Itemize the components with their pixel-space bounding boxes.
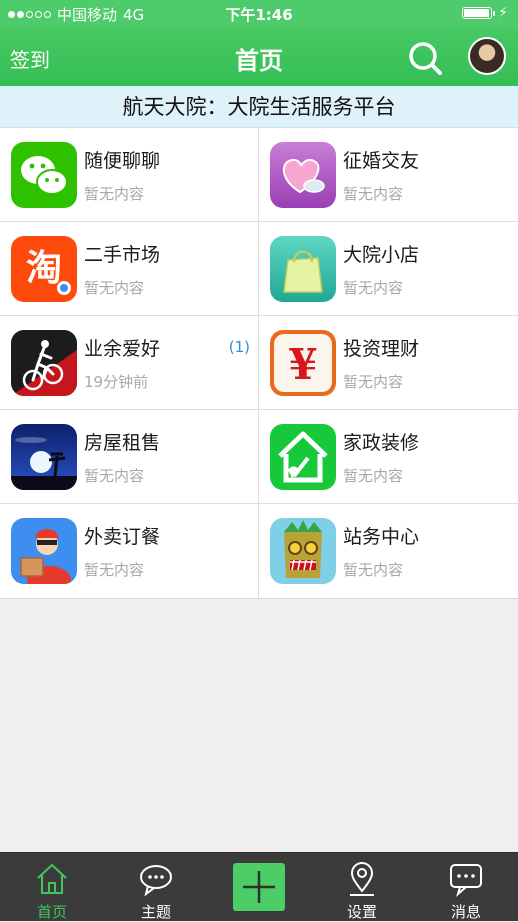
tab-label: 设置 [346, 903, 377, 921]
status-right: ⚡ [462, 5, 508, 21]
charging-icon: ⚡ [498, 5, 508, 21]
grid-item-subtitle: 19分钟前 [84, 373, 149, 391]
location-pin-icon [350, 861, 374, 896]
taobao-icon: 淘 [11, 236, 77, 302]
battery-level [464, 9, 490, 17]
grid-item-chat[interactable]: 随便聊聊 暂无内容 [0, 128, 259, 222]
grid-item-title: 征婚交友 [343, 150, 420, 172]
grid-item-title: 业余爱好 [84, 338, 161, 360]
plus-icon [243, 871, 275, 903]
unread-badge: (1) [228, 338, 250, 356]
grid-item-subtitle: 暂无内容 [343, 279, 404, 297]
battery-icon [462, 7, 496, 19]
nav-bar: 签到 首页 [0, 28, 518, 86]
grid-item-finance[interactable]: ¥ 投资理财 暂无内容 [259, 316, 518, 410]
tab-messages[interactable]: 消息 [414, 853, 518, 921]
house-broom-icon [270, 424, 336, 490]
grid-item-housing[interactable]: 房屋租售 暂无内容 [0, 410, 259, 504]
tiki-mask-icon [270, 518, 336, 584]
grid-item-subtitle: 暂无内容 [84, 185, 145, 203]
community-banner: 航天大院：大院生活服务平台 [0, 86, 518, 128]
grid-item-subtitle: 暂无内容 [343, 467, 404, 485]
grid-item-secondhand[interactable]: 淘 二手市场 暂无内容 [0, 222, 259, 316]
svg-text:¥: ¥ [288, 340, 317, 389]
grid-item-title: 投资理财 [343, 338, 420, 360]
grid-item-subtitle: 暂无内容 [84, 561, 145, 579]
grid-item-takeout[interactable]: 外卖订餐 暂无内容 [0, 504, 259, 598]
grid-item-title: 随便聊聊 [84, 150, 161, 172]
yen-icon: ¥ [270, 330, 336, 396]
grid-item-subtitle: 暂无内容 [343, 185, 404, 203]
tab-label: 主题 [140, 903, 171, 921]
svg-text:淘: 淘 [26, 248, 62, 289]
grid-item-dating[interactable]: 征婚交友 暂无内容 [259, 128, 518, 222]
tab-settings[interactable]: 设置 [310, 853, 414, 921]
plus-button[interactable] [233, 863, 285, 911]
chat-bubble-icon [140, 865, 172, 897]
checkin-button[interactable]: 签到 [10, 44, 50, 73]
grid-item-title: 家政装修 [343, 432, 420, 454]
status-bar: 中国移动 4G 下午1:46 ⚡ [0, 0, 518, 28]
service-grid: 随便聊聊 暂无内容 征婚交友 暂无内容 淘 二手市场 暂无内容 大院小店 暂无内… [0, 128, 518, 599]
tab-label: 消息 [450, 903, 481, 921]
status-time: 下午1:46 [225, 6, 293, 24]
grid-item-title: 站务中心 [343, 526, 420, 548]
message-icon [450, 864, 482, 897]
grid-item-title: 外卖订餐 [84, 526, 161, 548]
moon-night-icon [11, 424, 77, 490]
grid-item-shop[interactable]: 大院小店 暂无内容 [259, 222, 518, 316]
search-icon[interactable] [406, 39, 444, 77]
tab-label: 首页 [36, 903, 67, 921]
grid-item-service-center[interactable]: 站务中心 暂无内容 [259, 504, 518, 598]
grid-item-subtitle: 暂无内容 [84, 279, 145, 297]
delivery-man-icon [11, 518, 77, 584]
cyclist-icon [11, 330, 77, 396]
grid-item-title: 房屋租售 [84, 432, 161, 454]
grid-item-hobby[interactable]: 业余爱好 19分钟前 (1) [0, 316, 259, 410]
tab-topics[interactable]: 主题 [104, 853, 208, 921]
tab-home[interactable]: 首页 [0, 853, 104, 921]
grid-item-subtitle: 暂无内容 [343, 561, 404, 579]
grid-item-title: 大院小店 [343, 244, 420, 266]
tab-bar: 首页 主题 设置 消息 [0, 852, 518, 921]
grid-item-subtitle: 暂无内容 [84, 467, 145, 485]
heart-icon [270, 142, 336, 208]
wechat-icon [11, 142, 77, 208]
grid-item-subtitle: 暂无内容 [343, 373, 404, 391]
grid-item-title: 二手市场 [84, 244, 161, 266]
shopping-bag-icon [270, 236, 336, 302]
avatar[interactable] [468, 37, 506, 75]
home-icon [37, 863, 67, 894]
grid-item-housekeeping[interactable]: 家政装修 暂无内容 [259, 410, 518, 504]
